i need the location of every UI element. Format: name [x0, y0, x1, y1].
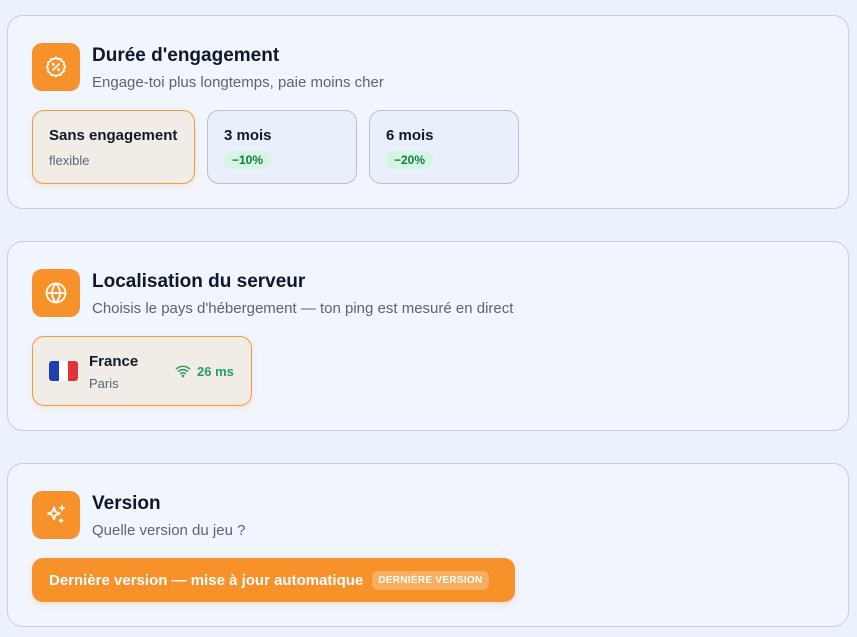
engagement-option-3-months[interactable]: 3 mois −10%: [207, 110, 357, 184]
option-label: 3 mois: [224, 127, 272, 144]
version-label: Dernière version — mise à jour automatiq…: [49, 571, 364, 589]
wifi-icon: [175, 365, 191, 378]
option-label: Sans engagement: [49, 127, 178, 144]
engagement-subtitle: Engage-toi plus longtemps, paie moins ch…: [92, 74, 384, 91]
globe-icon: [32, 269, 80, 317]
server-option-france[interactable]: France Paris 26 ms: [32, 336, 252, 406]
ping-indicator: 26 ms: [175, 363, 234, 379]
engagement-title: Durée d'engagement: [92, 45, 280, 66]
engagement-card: Durée d'engagement Engage-toi plus longt…: [7, 15, 849, 209]
latest-version-badge: DERNIÈRE VERSION: [372, 570, 489, 590]
discount-badge: −10%: [224, 151, 272, 169]
location-subtitle: Choisis le pays d'hébergement — ton ping…: [92, 300, 514, 317]
france-flag-icon: [49, 361, 78, 381]
option-hint: flexible: [49, 153, 90, 168]
sparkles-icon: [32, 491, 80, 539]
location-title: Localisation du serveur: [92, 271, 306, 292]
option-label: 6 mois: [386, 127, 434, 144]
server-city: Paris: [89, 376, 119, 391]
version-subtitle: Quelle version du jeu ?: [92, 522, 246, 539]
discount-badge: −20%: [386, 151, 434, 169]
ping-value: 26 ms: [197, 363, 234, 379]
latest-version-option[interactable]: Dernière version — mise à jour automatiq…: [32, 558, 515, 602]
engagement-option-none[interactable]: Sans engagement flexible: [32, 110, 195, 184]
badge-percent-icon: [32, 43, 80, 91]
version-card: Version Quelle version du jeu ? Dernière…: [7, 463, 849, 627]
location-card: Localisation du serveur Choisis le pays …: [7, 241, 849, 431]
engagement-option-6-months[interactable]: 6 mois −20%: [369, 110, 519, 184]
server-country: France: [89, 353, 139, 370]
version-title: Version: [92, 493, 161, 514]
